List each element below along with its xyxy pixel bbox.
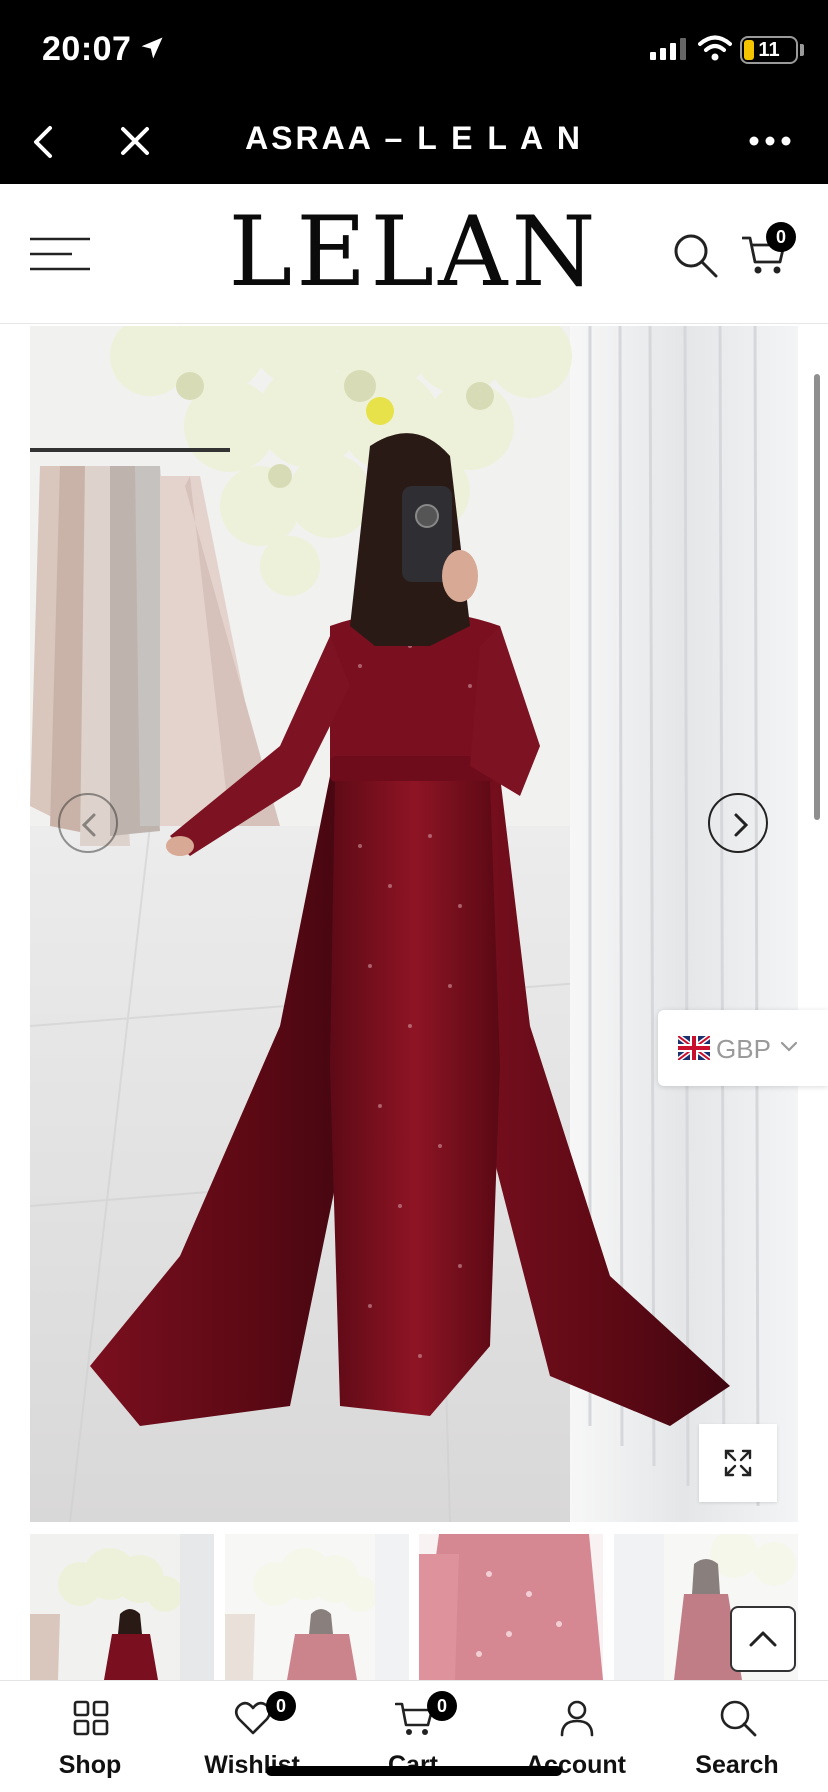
search-icon <box>720 1700 757 1737</box>
battery-percentage: 11 <box>758 39 780 61</box>
battery-tip <box>800 44 804 56</box>
product-photo <box>30 326 798 1522</box>
uk-flag-icon <box>678 1036 710 1060</box>
home-indicator <box>266 1766 562 1776</box>
thumbnail-image <box>30 1534 214 1680</box>
battery-icon: 11 <box>740 36 798 64</box>
signal-icon <box>650 38 686 60</box>
back-icon[interactable] <box>28 122 60 162</box>
wifi-icon <box>698 35 732 61</box>
cart-count-badge: 0 <box>766 222 796 252</box>
chevron-up-icon <box>749 1631 777 1647</box>
currency-selector[interactable]: GBP <box>658 1010 828 1086</box>
wishlist-count-badge: 0 <box>266 1691 296 1721</box>
prev-image-button[interactable] <box>58 793 118 853</box>
thumbnail-strip <box>30 1534 798 1680</box>
status-bar: 20:07 11 <box>0 0 828 100</box>
store-header: LELAN 0 <box>0 184 828 324</box>
menu-icon[interactable] <box>30 236 90 272</box>
nav-search[interactable]: Search <box>657 1681 817 1792</box>
location-arrow-icon <box>141 37 163 59</box>
browser-title: ASRAA – L E L A N <box>245 120 583 156</box>
chevron-down-icon <box>780 1041 798 1052</box>
cart-nav-count-badge: 0 <box>427 1691 457 1721</box>
status-time: 20:07 <box>42 30 132 68</box>
expand-image-button[interactable] <box>699 1424 777 1502</box>
page-scrollbar[interactable] <box>814 374 820 820</box>
currency-code: GBP <box>716 1034 771 1064</box>
next-arrow-icon <box>734 813 749 837</box>
prev-arrow-icon <box>81 813 96 837</box>
browser-bar: ASRAA – L E L A N <box>0 100 828 184</box>
user-icon <box>560 1700 594 1737</box>
grid-icon <box>73 1700 109 1736</box>
store-logo[interactable]: LELAN <box>214 196 614 308</box>
next-image-button[interactable] <box>708 793 768 853</box>
thumbnail-image <box>225 1534 409 1680</box>
more-icon[interactable] <box>748 134 792 148</box>
product-image[interactable] <box>30 326 798 1522</box>
thumbnail-2[interactable] <box>225 1534 409 1680</box>
expand-icon <box>724 1449 752 1477</box>
thumbnail-image <box>419 1534 603 1680</box>
nav-shop[interactable]: Shop <box>10 1681 170 1792</box>
scroll-to-top-button[interactable] <box>730 1606 796 1672</box>
nav-search-label: Search <box>695 1751 779 1779</box>
thumbnail-3[interactable] <box>419 1534 603 1680</box>
close-icon[interactable] <box>118 124 152 158</box>
thumbnail-1[interactable] <box>30 1534 214 1680</box>
search-icon[interactable] <box>672 232 718 278</box>
nav-shop-label: Shop <box>58 1751 122 1779</box>
